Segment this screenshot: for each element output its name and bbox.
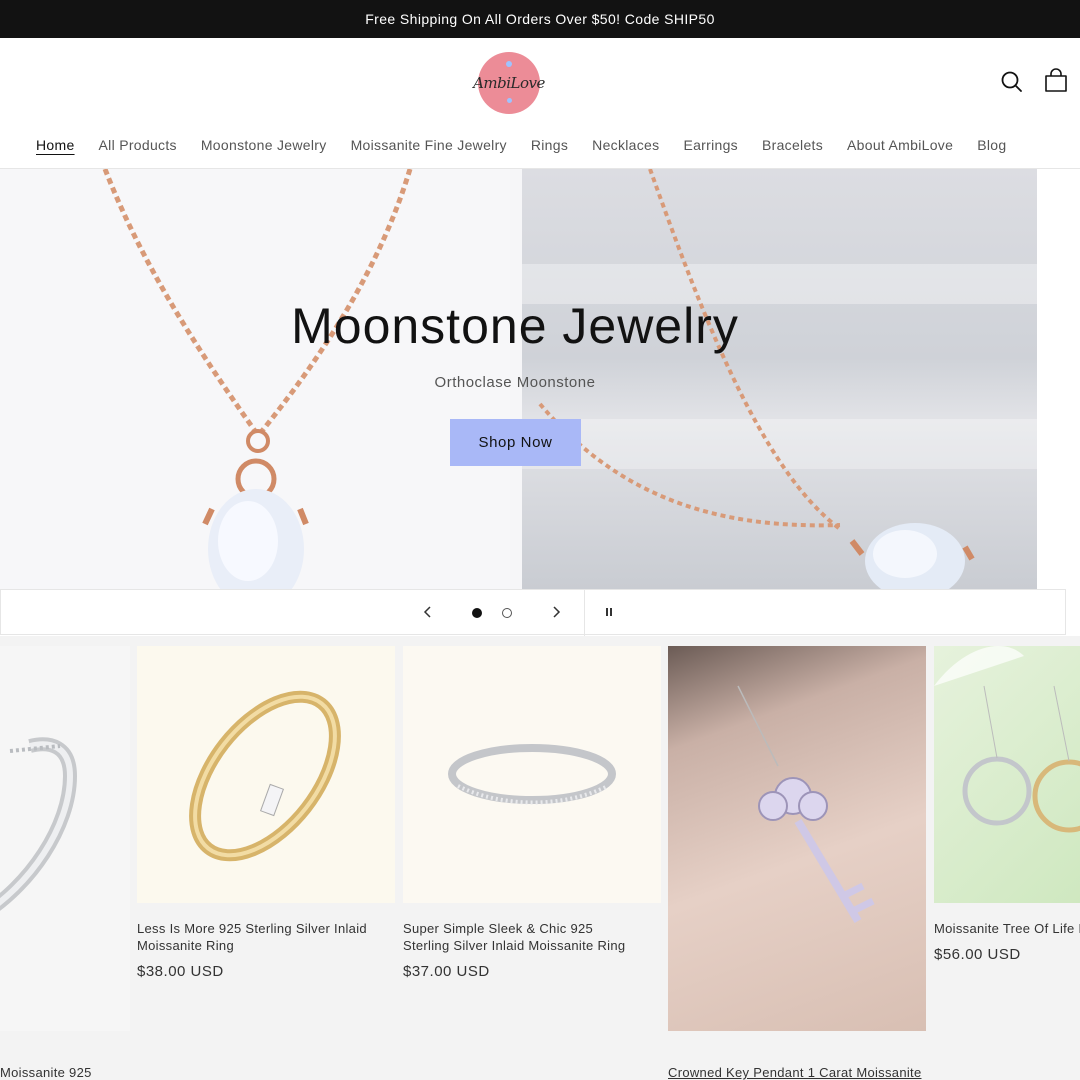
product-image[interactable] [403, 646, 661, 903]
product-image[interactable] [934, 646, 1080, 903]
product-card[interactable]: Moissanite 925 [0, 646, 130, 1080]
nav-item-bracelets[interactable]: Bracelets [750, 130, 835, 164]
nav-item-all-products[interactable]: All Products [87, 130, 189, 164]
logo-dot [507, 98, 512, 103]
nav-item-moissanite-fine-jewelry[interactable]: Moissanite Fine Jewelry [339, 130, 519, 164]
product-title[interactable]: Crowned Key Pendant 1 Carat Moissanite N… [668, 1064, 926, 1080]
product-title[interactable]: Less Is More 925 Sterling Silver Inlaid … [137, 920, 377, 954]
product-card[interactable]: Super Simple Sleek & Chic 925 Sterling S… [403, 646, 661, 980]
product-card[interactable]: Crowned Key Pendant 1 Carat Moissanite N… [668, 646, 926, 1080]
product-image[interactable] [668, 646, 926, 1031]
nav-item-blog[interactable]: Blog [965, 130, 1018, 164]
nav-item-rings[interactable]: Rings [519, 130, 580, 164]
cart-icon[interactable] [1042, 68, 1070, 96]
slide-dot-1[interactable] [472, 608, 482, 618]
logo[interactable]: AmbiLove [473, 52, 545, 114]
next-slide-button[interactable] [546, 602, 566, 622]
product-price: $37.00 USD [403, 963, 490, 980]
logo-text: AmbiLove [473, 74, 545, 92]
shop-now-button[interactable]: Shop Now [450, 419, 581, 466]
site-header: AmbiLove Home All Products Moonstone Jew… [0, 38, 1080, 169]
product-image[interactable] [0, 646, 130, 1031]
product-price: $38.00 USD [137, 963, 224, 980]
product-title[interactable]: Super Simple Sleek & Chic 925 Sterling S… [403, 920, 643, 954]
announcement-bar: Free Shipping On All Orders Over $50! Co… [0, 0, 1080, 38]
nav-item-about[interactable]: About AmbiLove [835, 130, 965, 164]
product-card[interactable]: Moissanite Tree Of Life Po Sterling Silv… [934, 646, 1080, 963]
hero-slideshow: Moonstone Jewelry Orthoclase Moonstone S… [0, 169, 1080, 589]
product-price: $56.00 USD [934, 946, 1021, 963]
slide-dot-2[interactable] [502, 608, 512, 618]
pause-icon [606, 608, 612, 616]
main-nav: Home All Products Moonstone Jewelry Mois… [24, 130, 1018, 164]
chevron-right-icon [553, 606, 561, 618]
slideshow-controls [0, 589, 1066, 636]
product-image[interactable] [137, 646, 395, 903]
nav-item-home[interactable]: Home [24, 130, 87, 164]
logo-dot [506, 61, 512, 67]
product-grid: Moissanite 925 Less Is More 925 Sterling… [0, 636, 1080, 1080]
previous-slide-button[interactable] [418, 602, 438, 622]
pause-slideshow-button[interactable] [599, 602, 619, 622]
nav-item-earrings[interactable]: Earrings [671, 130, 750, 164]
product-title[interactable]: Moissanite 925 [0, 1064, 130, 1080]
hero-subtitle: Orthoclase Moonstone [434, 374, 596, 391]
search-icon[interactable] [998, 68, 1026, 96]
chevron-left-icon [423, 606, 431, 618]
hero-title: Moonstone Jewelry [291, 298, 739, 354]
announcement-text: Free Shipping On All Orders Over $50! Co… [365, 11, 715, 27]
product-title[interactable]: Moissanite Tree Of Life Po Sterling Silv… [934, 920, 1080, 937]
nav-item-necklaces[interactable]: Necklaces [580, 130, 671, 164]
nav-item-moonstone-jewelry[interactable]: Moonstone Jewelry [189, 130, 339, 164]
product-card[interactable]: Less Is More 925 Sterling Silver Inlaid … [137, 646, 395, 980]
